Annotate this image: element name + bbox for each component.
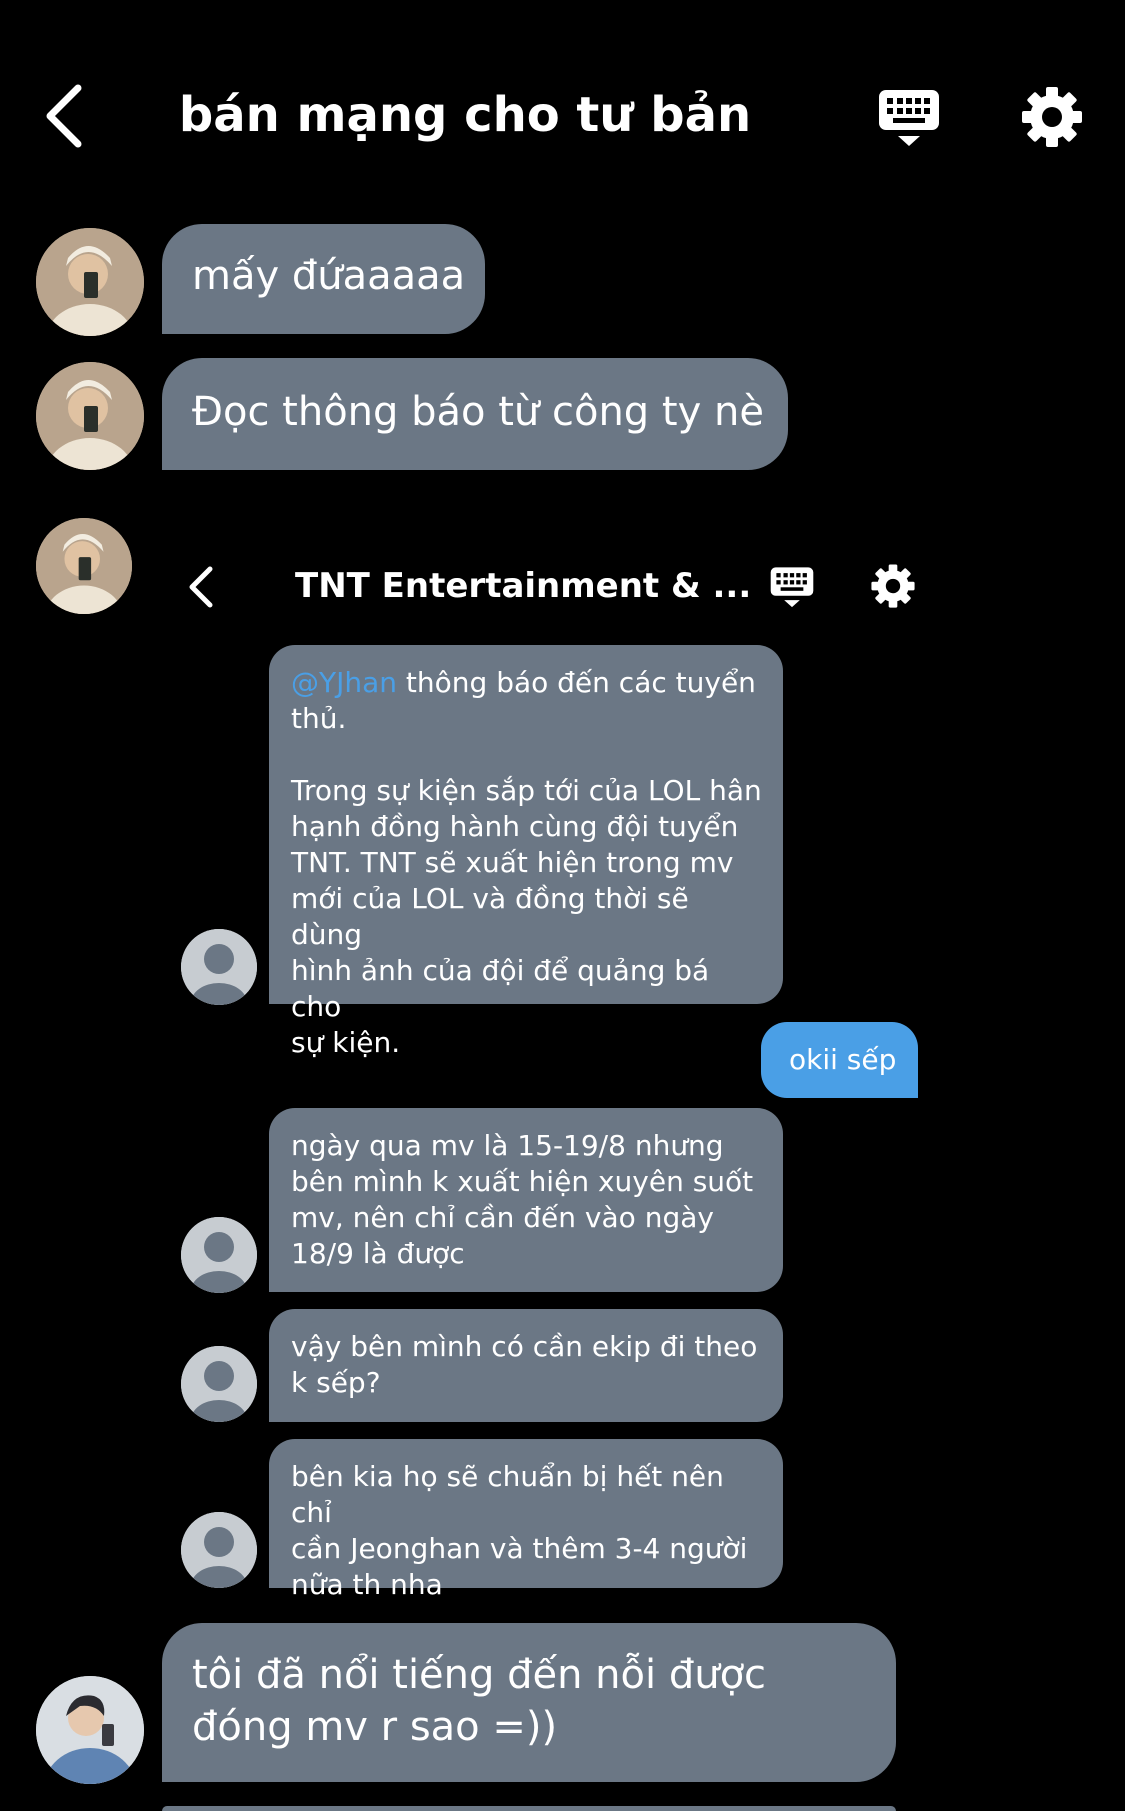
message-text: Đọc thông báo từ công ty nè <box>192 389 764 435</box>
screenshot-reply: okii sếp <box>761 1022 918 1098</box>
screenshot-message: @YJhan thông báo đến các tuyển thủ. Tron… <box>269 645 783 1059</box>
person-photo-icon <box>36 362 144 470</box>
gear-icon <box>871 564 915 608</box>
message-line: bên mình k xuất hiện xuyên suốt <box>291 1165 754 1198</box>
message-line: mới của LOL và đồng thời sẽ dùng <box>291 882 689 951</box>
screenshot-message: ngày qua mv là 15-19/8 nhưng bên mình k … <box>269 1108 783 1292</box>
person-photo-icon <box>36 1676 144 1784</box>
message-line: TNT. TNT sẽ xuất hiện trong mv <box>291 846 734 879</box>
message-line: đóng mv r sao =)) <box>192 1704 558 1750</box>
message-bubble[interactable]: Đọc thông báo từ công ty nè <box>162 358 788 470</box>
keyboard-icon <box>879 90 939 146</box>
screenshot-title: TNT Entertainment & ... <box>295 566 752 606</box>
message-bubble[interactable]: tôi đã nổi tiếng đến nỗi được đóng mv r … <box>162 1623 896 1782</box>
message-line: mv, nên chỉ cần đến vào ngày <box>291 1201 714 1234</box>
message-line: Trong sự kiện sắp tới của LOL hân <box>291 774 762 807</box>
chevron-left-icon <box>189 566 213 608</box>
person-icon <box>181 1346 257 1422</box>
message-line: k sếp? <box>291 1366 381 1399</box>
message-line: vậy bên mình có cần ekip đi theo <box>291 1330 758 1363</box>
message-line: nữa th nha <box>291 1568 443 1601</box>
settings-button[interactable] <box>1020 85 1084 149</box>
person-photo-icon <box>36 228 144 336</box>
screenshot-message: vậy bên mình có cần ekip đi theo k sếp? <box>269 1309 783 1422</box>
message-line: sự kiện. <box>291 1026 401 1059</box>
chevron-left-icon <box>46 84 82 148</box>
message-line: bên kia họ sẽ chuẩn bị hết nên chỉ <box>291 1460 724 1529</box>
default-avatar <box>181 1512 257 1588</box>
screenshot-settings <box>870 563 916 609</box>
avatar[interactable] <box>36 518 132 614</box>
message-line: tôi đã nổi tiếng đến nỗi được <box>192 1652 767 1698</box>
screenshot-back-button <box>186 565 216 609</box>
message-line: hạnh đồng hành cùng đội tuyển <box>291 810 739 843</box>
person-icon <box>181 1217 257 1293</box>
message-bubble-partial[interactable] <box>162 1806 896 1811</box>
message-line: ngày qua mv là 15-19/8 nhưng <box>291 1129 724 1162</box>
message-blank-line <box>291 737 763 773</box>
message-line: 18/9 là được <box>291 1237 465 1270</box>
screenshot-keyboard <box>770 566 814 610</box>
person-icon <box>181 1512 257 1588</box>
mention-link: @YJhan <box>291 666 398 699</box>
message-bubble[interactable]: mấy đứaaaaa <box>162 224 485 334</box>
reply-text: okii sếp <box>789 1043 897 1076</box>
default-avatar <box>181 929 257 1005</box>
keyboard-button[interactable] <box>878 88 940 150</box>
message-line: cần Jeonghan và thêm 3-4 người <box>291 1532 748 1565</box>
back-button[interactable] <box>40 80 90 152</box>
avatar[interactable] <box>36 1676 144 1784</box>
gear-icon <box>1022 87 1082 147</box>
avatar[interactable] <box>36 228 144 336</box>
avatar[interactable] <box>36 362 144 470</box>
default-avatar <box>181 1346 257 1422</box>
chat-title: bán mạng cho tư bản <box>178 87 752 143</box>
keyboard-icon <box>770 567 814 608</box>
message-text: mấy đứaaaaa <box>192 253 466 299</box>
message-line: hình ảnh của đội để quảng bá cho <box>291 954 710 1023</box>
message-first-line: @YJhan thông báo đến các tuyển <box>291 666 756 699</box>
person-photo-icon <box>36 518 132 614</box>
person-icon <box>181 929 257 1005</box>
default-avatar <box>181 1217 257 1293</box>
message-line: thủ. <box>291 702 347 735</box>
screenshot-message: bên kia họ sẽ chuẩn bị hết nên chỉ cần J… <box>269 1439 783 1601</box>
